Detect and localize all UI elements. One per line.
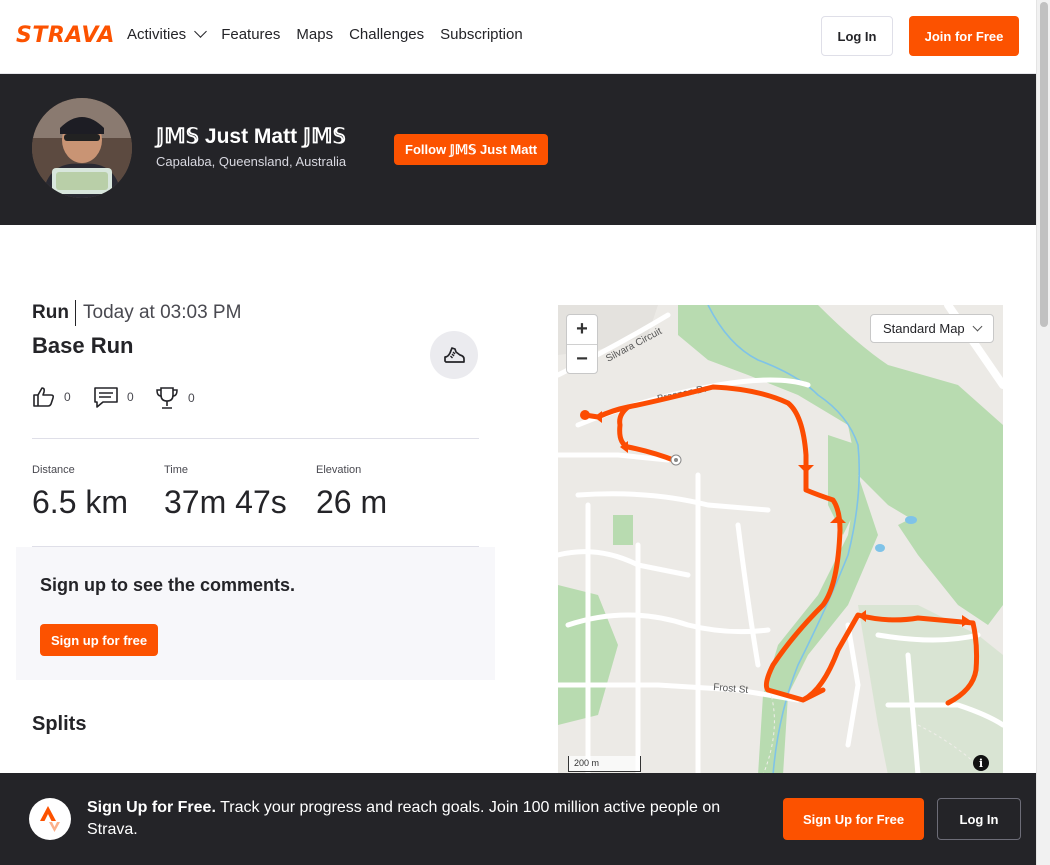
zoom-control: + −	[566, 314, 598, 374]
login-button[interactable]: Log In	[821, 16, 893, 56]
info-icon[interactable]: i	[973, 755, 989, 771]
comments-count: 0	[127, 390, 134, 404]
scrollbar[interactable]	[1036, 0, 1050, 865]
banner-headline: Sign Up for Free.	[87, 799, 216, 816]
nav-maps[interactable]: Maps	[296, 24, 333, 46]
join-for-free-button[interactable]: Join for Free	[909, 16, 1019, 56]
chevron-down-icon	[194, 25, 208, 38]
map-scale: 200 m	[568, 756, 641, 772]
thumbs-up-icon	[33, 387, 55, 407]
sign-up-for-free-button[interactable]: Sign Up for Free	[783, 798, 924, 840]
stat-value: 37m 47s	[164, 484, 287, 520]
banner-text: Sign Up for Free. Track your progress an…	[87, 797, 757, 841]
stat-time: Time 37m 47s	[164, 464, 287, 521]
comment-icon	[94, 387, 118, 408]
route-map[interactable]: Silvara Circuit Brosnan Dr Frost St	[558, 305, 1003, 775]
nav-subscription[interactable]: Subscription	[440, 24, 523, 46]
nav-activities[interactable]: Activities	[127, 24, 208, 46]
stat-label: Elevation	[316, 464, 362, 476]
activity-type: Run	[32, 302, 69, 323]
comments-title: Sign up to see the comments.	[40, 575, 296, 595]
banner-login-button[interactable]: Log In	[937, 798, 1021, 840]
activity-name: Base Run	[32, 333, 134, 358]
divider	[32, 438, 479, 439]
nav-links: Activities Features Maps Challenges Subs…	[127, 24, 523, 46]
divider	[75, 300, 76, 326]
zoom-in-button[interactable]: +	[567, 315, 597, 344]
gear-shoe-button[interactable]	[430, 331, 478, 379]
stat-value: 26 m	[316, 484, 388, 520]
follow-button[interactable]: Follow 𝕁𝕄𝕊 Just Matt	[394, 134, 549, 165]
comments-signup-panel: Sign up to see the comments. Sign up for…	[16, 547, 495, 680]
achievements-count: 0	[188, 391, 195, 405]
nav-features[interactable]: Features	[221, 24, 280, 46]
achievements-button[interactable]: 0	[154, 385, 195, 411]
activity-time: Today at 03:03 PM	[83, 302, 242, 323]
zoom-out-button[interactable]: −	[567, 345, 597, 374]
strava-logo[interactable]: STRAVA	[16, 25, 115, 47]
splits-title: Splits	[32, 713, 87, 735]
signup-banner: Sign Up for Free. Track your progress an…	[0, 773, 1036, 865]
athlete-header: 𝕁𝕄𝕊 Just Matt 𝕁𝕄𝕊 Capalaba, Queensland, …	[0, 74, 1036, 225]
stat-label: Distance	[32, 464, 75, 476]
street-label: Frost St	[713, 682, 749, 696]
sign-up-button[interactable]: Sign up for free	[40, 624, 159, 656]
trophy-icon	[156, 387, 178, 409]
chevron-down-icon	[972, 321, 983, 332]
comments-button[interactable]: 0	[93, 385, 134, 409]
map-type-label: Standard Map	[883, 321, 965, 336]
avatar[interactable]	[32, 98, 132, 198]
nav-challenges[interactable]: Challenges	[349, 24, 424, 46]
kudos-count: 0	[64, 390, 71, 404]
shoe-icon	[444, 347, 465, 363]
map-type-select[interactable]: Standard Map	[870, 314, 994, 343]
strava-logo-icon	[29, 798, 71, 840]
scrollbar-thumb[interactable]	[1040, 2, 1048, 327]
athlete-location: Capalaba, Queensland, Australia	[156, 154, 347, 169]
stat-value: 6.5 km	[32, 484, 129, 520]
stat-label: Time	[164, 464, 189, 476]
stat-elevation: Elevation 26 m	[316, 464, 387, 521]
kudos-button[interactable]: 0	[32, 385, 71, 409]
athlete-name[interactable]: 𝕁𝕄𝕊 Just Matt 𝕁𝕄𝕊	[156, 124, 346, 149]
map-canvas: Silvara Circuit Brosnan Dr Frost St	[558, 305, 1003, 775]
stat-distance: Distance 6.5 km	[32, 464, 128, 521]
top-navigation: STRAVA Activities Features Maps Challeng…	[0, 0, 1036, 74]
